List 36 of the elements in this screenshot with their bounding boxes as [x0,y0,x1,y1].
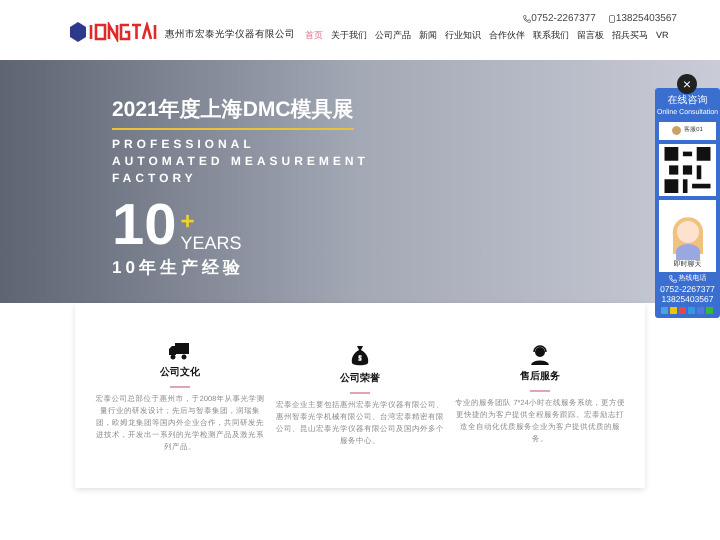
mobile-number: 13825403567 [616,12,677,26]
phone-number: 0752-2267377 [531,12,596,26]
nav-link[interactable]: 公司产品 [375,28,411,42]
nav-link[interactable]: 关于我们 [331,28,367,42]
feature-title: 公司荣誉 [340,372,380,386]
big-number: 10 [112,196,177,252]
hotline-number: 13825403567 [661,294,714,304]
widget-title: 在线咨询 [668,94,708,108]
company-name: 惠州市宏泰光学仪器有限公司 [165,28,295,42]
money-bag-icon [351,345,369,367]
nav-link[interactable]: 行业知识 [445,28,481,42]
banner-caption: 10年生产经验 [112,256,244,278]
truck-icon [168,341,192,361]
hotline-number: 0752-2267377 [660,284,715,294]
headset-person-icon [530,345,550,365]
phone-icon [523,14,532,22]
nav-link[interactable]: 留言板 [577,28,604,42]
logo-icon [69,22,159,42]
qr-code-icon [659,144,716,196]
banner-subtitle: AUTOMATED MEASUREMENT [112,152,369,170]
share-icons-drawing [660,307,714,315]
feature-title: 售后服务 [520,370,560,384]
years-label: YEARS [180,232,242,252]
banner-title: 2021年度上海DMC模具展 [112,94,354,130]
plus-sign: + [180,210,196,232]
avatar-icon [672,126,682,135]
nav-link[interactable]: 联系我们 [533,28,569,42]
phone-icon [668,274,676,283]
mobile-icon [608,14,616,22]
feature-title: 公司文化 [160,366,200,380]
banner-subtitle: FACTORY [112,170,197,186]
nav-link[interactable]: 合作伙伴 [489,28,525,42]
nav-link[interactable]: VR [656,28,669,42]
nav-link[interactable]: 新闻 [419,28,437,42]
nav-link[interactable]: 招兵买马 [612,28,648,42]
banner-subtitle: PROFESSIONAL [112,136,255,152]
